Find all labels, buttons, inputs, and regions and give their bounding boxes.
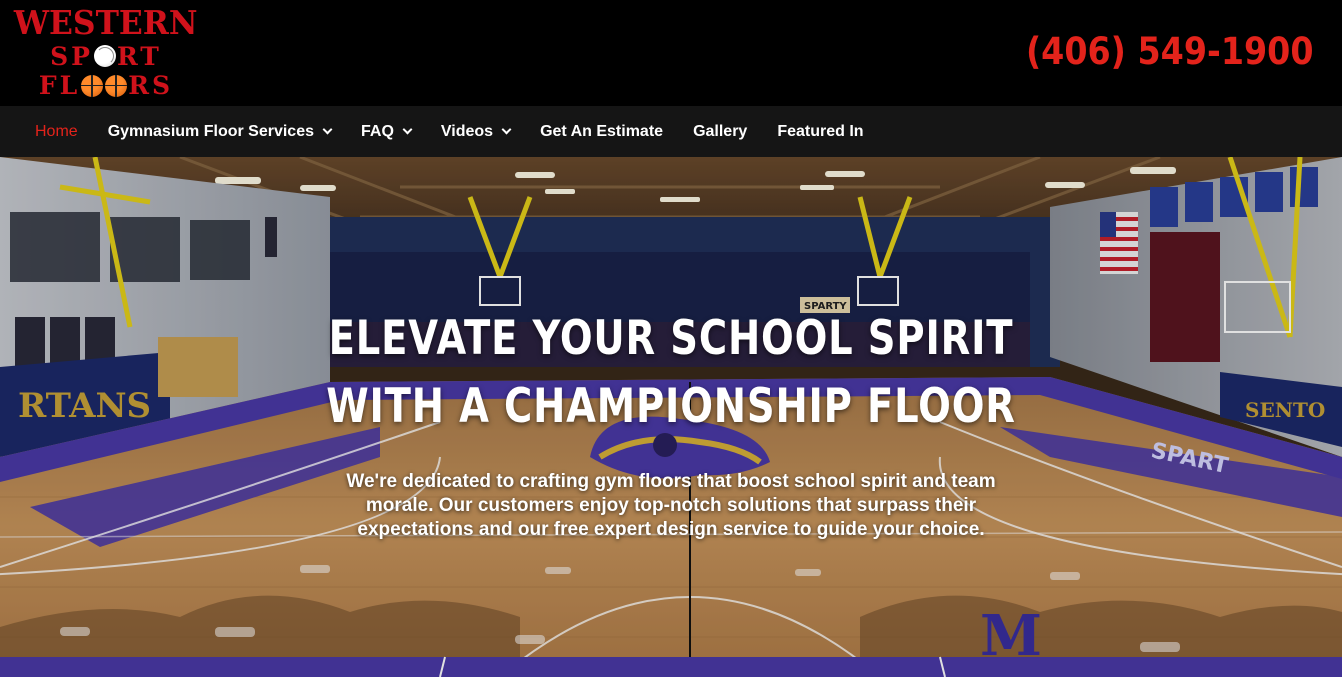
nav-item-label: FAQ (361, 122, 394, 140)
logo-line-sport: SP RT (50, 44, 162, 69)
nav-item-gymnasium-floor-services[interactable]: Gymnasium Floor Services (107, 122, 333, 141)
nav-item-label: Featured In (777, 122, 864, 140)
main-navigation: Home Gymnasium Floor Services FAQ Videos… (0, 106, 1342, 157)
nav-item-faq[interactable]: FAQ (361, 122, 413, 141)
logo-line-western: WESTERN (14, 3, 198, 42)
nav-item-gallery[interactable]: Gallery (693, 123, 747, 141)
logo-line-floors: FL RS (39, 73, 173, 98)
basketball-icon (105, 74, 128, 97)
nav-item-home[interactable]: Home (35, 123, 78, 141)
hero-title: ELEVATE YOUR SCHOOL SPIRIT WITH A CHAMPI… (326, 311, 1016, 434)
logo-text-fl: FL (38, 71, 81, 100)
basketball-icon (81, 74, 104, 97)
hero-section: RTANS SENTO SPARTY SPART M ELEVATE YOUR … (0, 157, 1342, 677)
phone-number-link[interactable]: (406) 549-1900 (1026, 30, 1314, 73)
nav-item-label: Home (35, 122, 78, 140)
nav-item-label: Gymnasium Floor Services (107, 122, 314, 140)
nav-item-label: Gallery (693, 122, 748, 140)
chevron-down-icon (322, 124, 333, 135)
logo-text-rt: RT (116, 41, 162, 71)
site-header: WESTERN SP RT FL RS (406) 549-1900 (0, 0, 1342, 106)
logo-text-sp: SP (50, 41, 93, 71)
nav-item-label: Get An Estimate (540, 122, 664, 140)
chevron-down-icon (402, 124, 413, 135)
hero-subtitle: We're dedicated to crafting gym floors t… (346, 471, 996, 540)
volleyball-icon (93, 45, 116, 67)
nav-item-featured-in[interactable]: Featured In (777, 123, 863, 141)
nav-item-videos[interactable]: Videos (440, 122, 512, 141)
nav-item-get-an-estimate[interactable]: Get An Estimate (540, 123, 663, 141)
site-logo[interactable]: WESTERN SP RT FL RS (14, 6, 198, 98)
chevron-down-icon (501, 124, 512, 135)
logo-text-rs: RS (128, 71, 174, 100)
nav-item-label: Videos (440, 122, 494, 140)
